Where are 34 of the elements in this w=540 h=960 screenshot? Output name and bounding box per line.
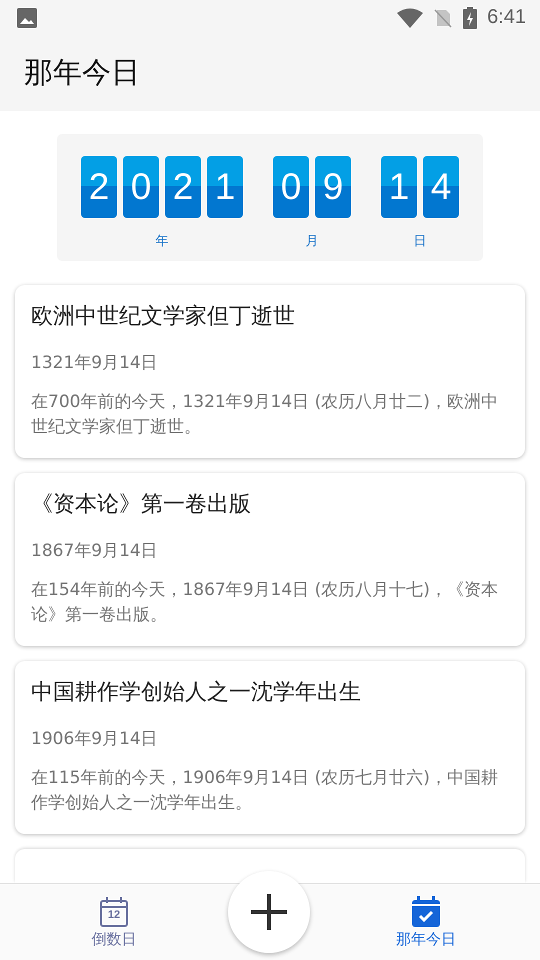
flip-digit: 1	[207, 156, 243, 218]
calendar-check-icon	[410, 896, 442, 928]
flip-digit: 9	[315, 156, 351, 218]
status-time: 6:41	[487, 6, 526, 29]
no-sim-icon	[433, 8, 454, 28]
date-unit-label: 月	[306, 233, 318, 250]
event-title: 《资本论》第一卷出版	[31, 491, 252, 519]
flip-digit: 0	[273, 156, 309, 218]
wifi-icon	[397, 8, 424, 28]
battery-charging-icon	[463, 6, 478, 28]
event-card[interactable]: 中国耕作学创始人之一沈学年出生 1906年9月14日 在115年前的今天，1906年9月14日 (农历七月廿六)，中国耕作学创始人之一沈学年出生。	[15, 661, 525, 834]
nav-tab[interactable]: 那年今日	[312, 896, 540, 948]
event-title: 中国耕作学创始人之一沈学年出生	[31, 679, 362, 707]
flip-digit: 2	[81, 156, 117, 218]
flip-digit: 2	[165, 156, 201, 218]
date-unit-label: 年	[156, 233, 168, 250]
plus-icon	[249, 892, 289, 932]
event-card[interactable]: 《资本论》第一卷出版 1867年9月14日 在154年前的今天，1867年9月14日 (农历八月十七)，《资本论》第一卷出版。	[15, 473, 525, 646]
event-date: 1906年9月14日	[31, 728, 159, 750]
flip-digit: 0	[123, 156, 159, 218]
flip-digit: 1	[381, 156, 417, 218]
date-unit-label: 日	[414, 233, 426, 250]
flip-digit: 4	[423, 156, 459, 218]
event-description: 在700年前的今天，1321年9月14日 (农历八月廿二)，欧洲中世纪文学家但丁逝世。	[31, 391, 499, 439]
app-title: 那年今日	[24, 54, 140, 91]
add-button[interactable]	[228, 871, 310, 953]
event-date: 1321年9月14日	[31, 352, 159, 374]
event-card[interactable]: 欧洲中世纪文学家但丁逝世 1321年9月14日 在700年前的今天，1321年9月14日 (农历八月廿二)，欧洲中世纪文学家但丁逝世。	[15, 285, 525, 458]
event-date: 1867年9月14日	[31, 540, 159, 562]
event-description: 在154年前的今天，1867年9月14日 (农历八月十七)，《资本论》第一卷出版。	[31, 579, 499, 627]
nav-tab[interactable]: 12 倒数日	[0, 896, 228, 948]
event-title: 欧洲中世纪文学家但丁逝世	[31, 303, 296, 331]
image-icon	[17, 8, 37, 28]
event-description: 在115年前的今天，1906年9月14日 (农历七月廿六)，中国耕作学创始人之一沈学年出生。	[31, 767, 499, 815]
